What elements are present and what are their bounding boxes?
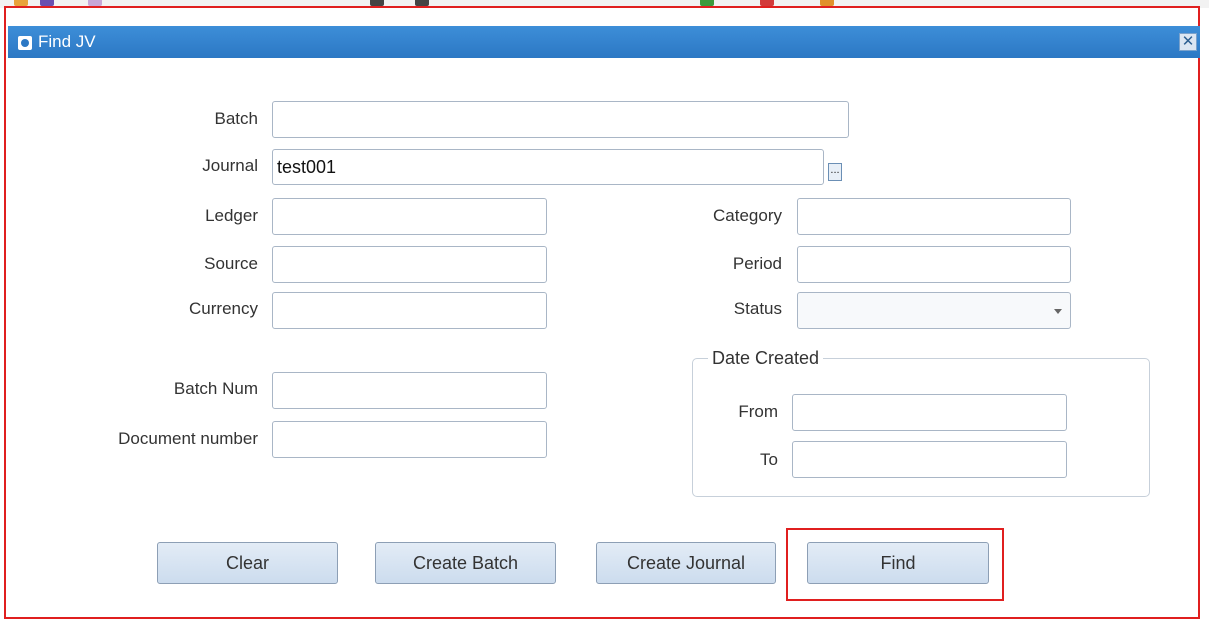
document-number-label: Document number	[118, 429, 258, 448]
ledger-field[interactable]	[272, 198, 547, 235]
dropdown-arrow-icon[interactable]	[1054, 309, 1062, 314]
find-button-highlight	[786, 528, 1004, 601]
batch-num-label: Batch Num	[173, 379, 258, 398]
source-field[interactable]	[272, 246, 547, 283]
status-label: Status	[733, 299, 782, 318]
ledger-label: Ledger	[205, 206, 258, 225]
create-journal-button[interactable]: Create Journal	[596, 542, 776, 584]
dialog-title: Find JV	[38, 32, 96, 51]
category-label: Category	[713, 206, 782, 225]
period-label: Period	[732, 254, 782, 273]
date-from-label: From	[738, 402, 778, 421]
category-field[interactable]	[797, 198, 1071, 235]
date-from-field[interactable]	[792, 394, 1067, 431]
list-of-values-icon[interactable]: ...	[828, 163, 842, 181]
date-to-field[interactable]	[792, 441, 1067, 478]
currency-label: Currency	[189, 299, 258, 318]
period-field[interactable]	[797, 246, 1071, 283]
dialog-titlebar: Find JV ✕	[8, 26, 1200, 58]
batch-label: Batch	[214, 109, 258, 128]
date-created-legend: Date Created	[708, 348, 824, 369]
batch-field[interactable]	[272, 101, 849, 138]
app-icon	[18, 36, 32, 50]
journal-label: Journal	[202, 156, 258, 175]
close-icon[interactable]: ✕	[1179, 33, 1197, 51]
date-to-label: To	[760, 450, 778, 469]
create-batch-button[interactable]: Create Batch	[375, 542, 556, 584]
batch-num-field[interactable]	[272, 372, 547, 409]
document-number-field[interactable]	[272, 421, 547, 458]
journal-field[interactable]: test001	[272, 149, 824, 185]
status-select[interactable]	[797, 292, 1071, 329]
source-label: Source	[204, 254, 258, 273]
clear-button[interactable]: Clear	[157, 542, 338, 584]
currency-field[interactable]	[272, 292, 547, 329]
